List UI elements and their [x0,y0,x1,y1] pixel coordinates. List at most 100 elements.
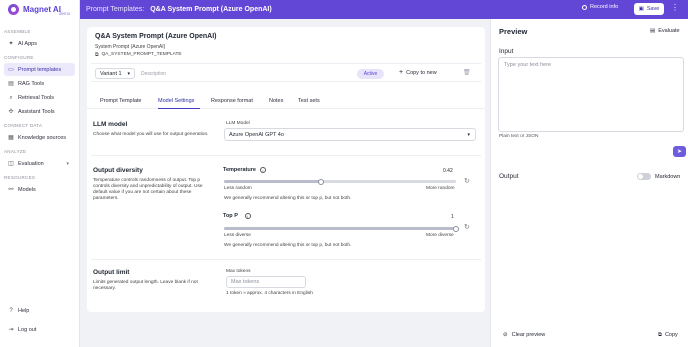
markdown-toggle[interactable]: Markdown [637,173,680,180]
tab-prompt-template[interactable]: Prompt Template [100,98,141,104]
evaluation-icon: ◫ [8,160,14,167]
sidebar-item-label: AI Apps [18,40,37,47]
preview-panel: Preview ▤ Evaluate Input Type your text … [490,19,688,347]
divider [91,155,481,156]
top-p-label: Top P i [223,213,251,219]
temperature-thumb[interactable] [318,178,325,185]
evaluate-button[interactable]: ▤ Evaluate [650,28,680,34]
markdown-switch[interactable] [637,173,651,180]
preview-input[interactable]: Type your text here [498,57,684,132]
chevron-down-icon: ▾ [467,131,470,138]
main-card: Q&A System Prompt (Azure OpenAI) System … [87,27,485,312]
temperature-value: 0.42 [443,168,453,174]
sidebar-item-ai-apps[interactable]: ✦ AI Apps [4,37,75,50]
sidebar-item-rag-tools[interactable]: ▤ RAG Tools [4,77,75,90]
sidebar-item-help[interactable]: ? Help [4,304,76,317]
top-p-slider[interactable] [224,225,459,232]
markdown-label: Markdown [655,173,681,180]
output-label: Output [499,173,519,180]
copy-label: Copy [664,332,678,338]
reset-top-p-icon[interactable]: ↻ [464,223,470,231]
copy-to-new-button[interactable]: + Copy to new [399,69,437,76]
magnet-logo-icon [8,4,19,15]
brand-name: Magnet AI [23,4,61,14]
ai-apps-icon: ✦ [8,40,14,47]
temperature-max-label: More random [426,186,455,191]
section-label-assemble: ASSEMBLE [4,29,31,34]
record-info-button[interactable]: Record info [582,4,618,10]
send-button[interactable]: ➤ [673,146,686,157]
sidebar-item-knowledge-sources[interactable]: ▦ Knowledge sources [4,131,75,144]
divider [91,259,481,260]
sidebar-item-label: Retrieval Tools [18,94,54,101]
variant-select[interactable]: Variant 1 ▾ [95,68,135,79]
models-icon: ⚯ [8,186,14,193]
clear-icon: ⊘ [503,332,508,338]
more-menu-icon[interactable]: ⋮ [671,3,679,13]
info-icon[interactable]: i [259,167,266,173]
copy-to-new-label: Copy to new [406,69,437,76]
top-p-text: Top P [223,213,238,219]
sidebar-item-retrieval-tools[interactable]: ⌕ Retrieval Tools [4,91,75,104]
top-p-fill [224,227,456,230]
sidebar-item-assistant-tools[interactable]: ✣ Assistant Tools [4,105,75,118]
clear-preview-button[interactable]: ⊘ Clear preview [503,332,545,338]
section-label-analyze: ANALYZE [4,149,27,154]
sidebar-item-logout[interactable]: ⇥ Log out [4,323,76,336]
info-icon[interactable]: i [244,213,251,219]
active-tab-indicator [158,108,200,109]
sidebar-item-label: Assistant Tools [18,108,55,115]
assistant-icon: ✣ [8,108,14,115]
llm-model-label: LLM Model [226,121,250,126]
tab-test-sets[interactable]: Test sets [298,98,320,104]
top-p-thumb[interactable] [453,225,459,232]
llm-model-title: LLM model [93,121,128,128]
copy-constant-icon[interactable]: ⧉ [95,52,98,58]
save-button[interactable]: ▣ Save [634,3,664,15]
sidebar-item-models[interactable]: ⚯ Models [4,183,75,196]
sidebar-item-label: Models [18,186,36,193]
sidebar-item-evaluation[interactable]: ◫ Evaluation ▾ [4,157,75,170]
section-label-resources: RESOURCES [4,175,36,180]
top-p-max-label: More diverse [426,233,454,238]
preview-title: Preview [499,27,528,36]
temperature-text: Temperature [223,167,256,173]
llm-model-select[interactable]: Azure OpenAI GPT 4o ▾ [224,128,476,141]
section-label-configure: CONFIGURE [4,55,34,60]
top-p-min-label: Less diverse [224,233,251,238]
prompt-icon: ▭ [8,66,14,73]
top-bar: Prompt Templates: Q&A System Prompt (Azu… [80,0,688,19]
sidebar-item-label: Log out [18,326,37,333]
top-p-note: We generally recommend altering this or … [224,243,352,248]
preview-footer: ⊘ Clear preview ⧉ Copy [491,327,688,347]
temperature-label: Temperature i [223,167,266,173]
info-icon [582,4,587,10]
sidebar-item-label: Prompt templates [18,66,62,73]
temperature-min-label: Less random [224,186,252,191]
max-tokens-input[interactable]: Max tokens [226,276,306,288]
sidebar-item-prompt-templates[interactable]: ▭ Prompt templates [4,63,75,76]
variant-row: Variant 1 ▾ Description Active + Copy to… [91,63,481,82]
trash-icon[interactable]: 🗑 [463,69,471,76]
status-badge: Active [357,69,384,79]
sidebar-item-label: Evaluation [18,160,44,167]
evaluate-icon: ▤ [650,28,656,34]
sidebar-item-label: Help [18,307,30,314]
max-tokens-hint: 1 token ≈ approx. 4 characters in Englis… [226,291,313,296]
reset-temperature-icon[interactable]: ↻ [464,177,470,185]
copy-button[interactable]: ⧉ Copy [658,332,678,339]
sidebar: Magnet AI demo ASSEMBLE ✦ AI Apps CONFIG… [0,0,80,347]
llm-model-value: Azure OpenAI GPT 4o [229,131,284,138]
output-limit-desc: Limits generated output length. Leave bl… [93,280,198,291]
plus-icon: + [399,69,404,76]
tab-response-format[interactable]: Response format [211,98,253,104]
tab-model-settings[interactable]: Model Settings [158,98,194,104]
constant-name: QA_SYSTEM_PROMPT_TEMPLATE [101,52,182,57]
temperature-note: We generally recommend altering this or … [224,196,352,201]
chevron-down-icon: ▾ [127,70,130,77]
tab-notes[interactable]: Notes [269,98,283,104]
temperature-slider[interactable] [224,178,456,185]
chevron-down-icon: ▾ [66,160,69,167]
description-input[interactable]: Description [141,71,166,77]
brand-logo[interactable]: Magnet AI demo [0,0,79,19]
